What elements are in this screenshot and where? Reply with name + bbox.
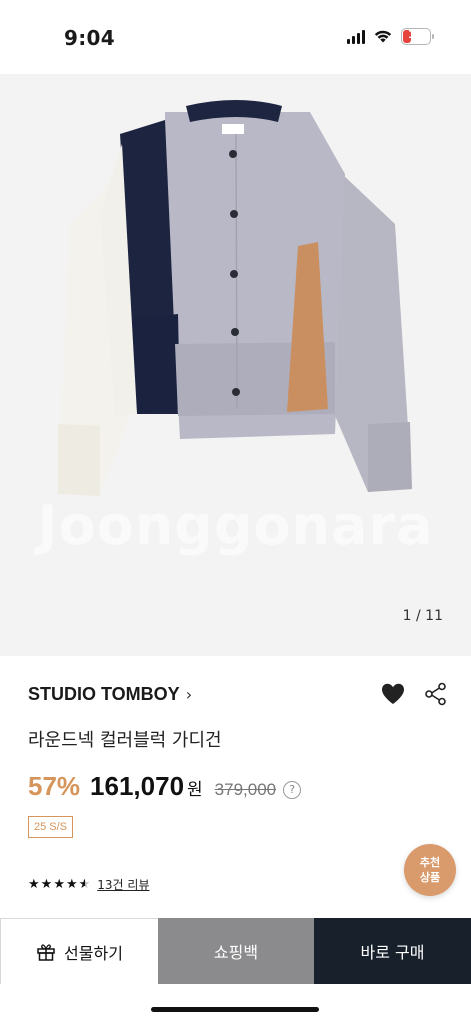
- star-icon: ★: [40, 876, 53, 892]
- recommend-button[interactable]: 추천 상품: [404, 844, 456, 896]
- half-star-icon: ★: [78, 876, 91, 892]
- shopping-bag-button[interactable]: 쇼핑백: [158, 918, 314, 984]
- status-icons: 17: [347, 28, 434, 45]
- shopping-bag-label: 쇼핑백: [213, 943, 259, 962]
- battery-level: 17: [407, 28, 424, 41]
- watermark: Joonggonara: [37, 494, 434, 557]
- brand-link[interactable]: STUDIO TOMBOY ›: [28, 684, 192, 705]
- star-rating: ★ ★ ★ ★ ★: [28, 876, 91, 892]
- status-bar: 9:04 17: [0, 0, 471, 74]
- wifi-icon: [374, 30, 392, 43]
- price-row: 57% 161,070 원 379,000 ?: [28, 771, 302, 802]
- star-icon: ★: [28, 876, 40, 892]
- brand-name: STUDIO TOMBOY: [28, 684, 180, 704]
- image-counter: 1 / 11: [402, 608, 443, 624]
- cardigan-image: [58, 100, 412, 496]
- signal-icon: [347, 29, 365, 44]
- star-icon: ★: [53, 876, 65, 892]
- gift-button-label: 선물하기: [64, 943, 123, 963]
- gift-icon: [37, 943, 55, 961]
- bottom-action-bar: 선물하기 쇼핑백 바로 구매: [0, 918, 471, 984]
- price-info-icon[interactable]: ?: [283, 781, 302, 799]
- season-badge: 25 S/S: [28, 816, 74, 838]
- rating-row: ★ ★ ★ ★ ★ 13건 리뷰: [28, 876, 150, 893]
- recommend-label-line2: 상품: [419, 871, 441, 884]
- battery-icon: 17: [401, 28, 434, 45]
- sale-price: 161,070: [90, 771, 185, 801]
- review-link[interactable]: 13건 리뷰: [97, 876, 149, 893]
- original-price: 379,000: [214, 780, 277, 799]
- discount-rate: 57%: [28, 771, 81, 801]
- product-title: 라운드넥 컬러블럭 가디건: [28, 730, 222, 751]
- status-time: 9:04: [64, 26, 115, 50]
- heart-icon[interactable]: [380, 682, 406, 706]
- gift-button[interactable]: 선물하기: [0, 918, 158, 984]
- buy-now-button[interactable]: 바로 구매: [314, 918, 471, 984]
- star-icon: ★: [65, 876, 78, 892]
- share-icon[interactable]: [424, 682, 448, 706]
- home-indicator: [151, 1007, 319, 1012]
- product-image-carousel[interactable]: Joonggonara 1 / 11: [0, 74, 471, 656]
- recommend-label-line1: 추천: [419, 856, 441, 869]
- buy-now-label: 바로 구매: [360, 943, 425, 962]
- chevron-right-icon: ›: [185, 685, 193, 704]
- currency-label: 원: [187, 780, 203, 800]
